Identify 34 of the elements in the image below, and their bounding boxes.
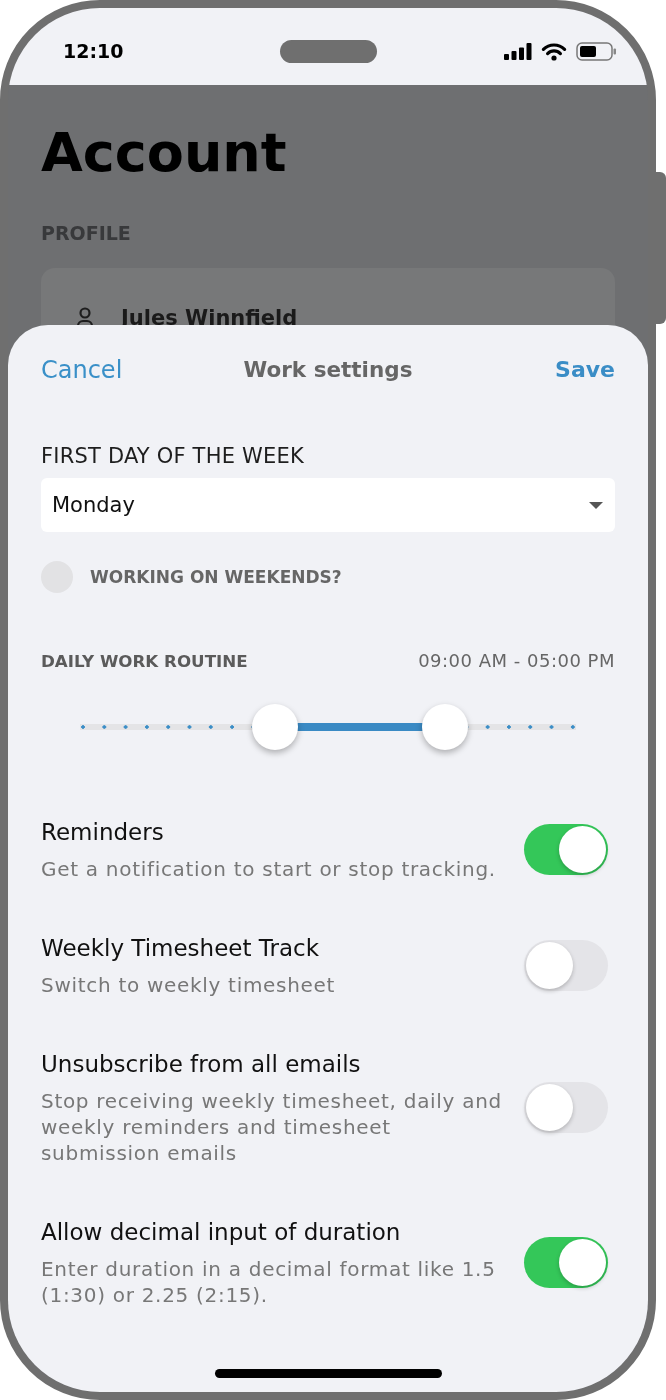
toggle-switch[interactable] [524,824,608,875]
slider-thumb[interactable] [251,704,298,750]
setting-title: Reminders [41,818,164,847]
toggle-knob [526,942,573,989]
cancel-button[interactable]: Cancel [41,353,123,387]
battery-icon [576,41,617,61]
setting-title: Unsubscribe from all emails [41,1050,361,1079]
save-button[interactable]: Save [555,353,615,387]
toggle-knob [526,1084,573,1131]
toggle-switch[interactable] [524,940,608,991]
toggle-knob [559,826,606,873]
toggle-knob [559,1239,606,1286]
day-dropdown[interactable]: Monday [41,478,615,532]
profile-name: Jules Winnfield [121,307,298,329]
setting-description: Get a notification to start or stop tracking. [41,856,496,882]
checkbox-label: WORKING ON WEEKENDS? [90,567,342,587]
page-title: Account [41,121,287,185]
section-label: DAILY WORK ROUTINE [41,650,248,672]
toggle-switch[interactable] [524,1237,608,1288]
toggle-switch[interactable] [524,1082,608,1133]
setting-description: Stop receiving weekly timesheet, daily and weekly reminders and timesheet submission emails [41,1088,503,1166]
sheet-title: Work settings [243,356,413,384]
wifi-icon [541,41,567,61]
setting-title: Weekly Timesheet Track [41,934,319,963]
setting-description: Enter duration in a decimal format like 1.5 (1:30) or 2.25 (2:15). [41,1256,497,1308]
time-range-value: 09:00 AM - 05:00 PM [418,650,615,672]
field-label: FIRST DAY OF THE WEEK [41,443,304,469]
setting-title: Allow decimal input of duration [41,1218,401,1247]
slider-thumb[interactable] [421,704,468,750]
phone-side-button[interactable] [656,172,666,324]
setting-description: Switch to weekly timesheet [41,972,336,998]
status-time: 12:10 [63,39,124,63]
caret-icon [589,501,603,509]
signal-icon [504,42,532,60]
